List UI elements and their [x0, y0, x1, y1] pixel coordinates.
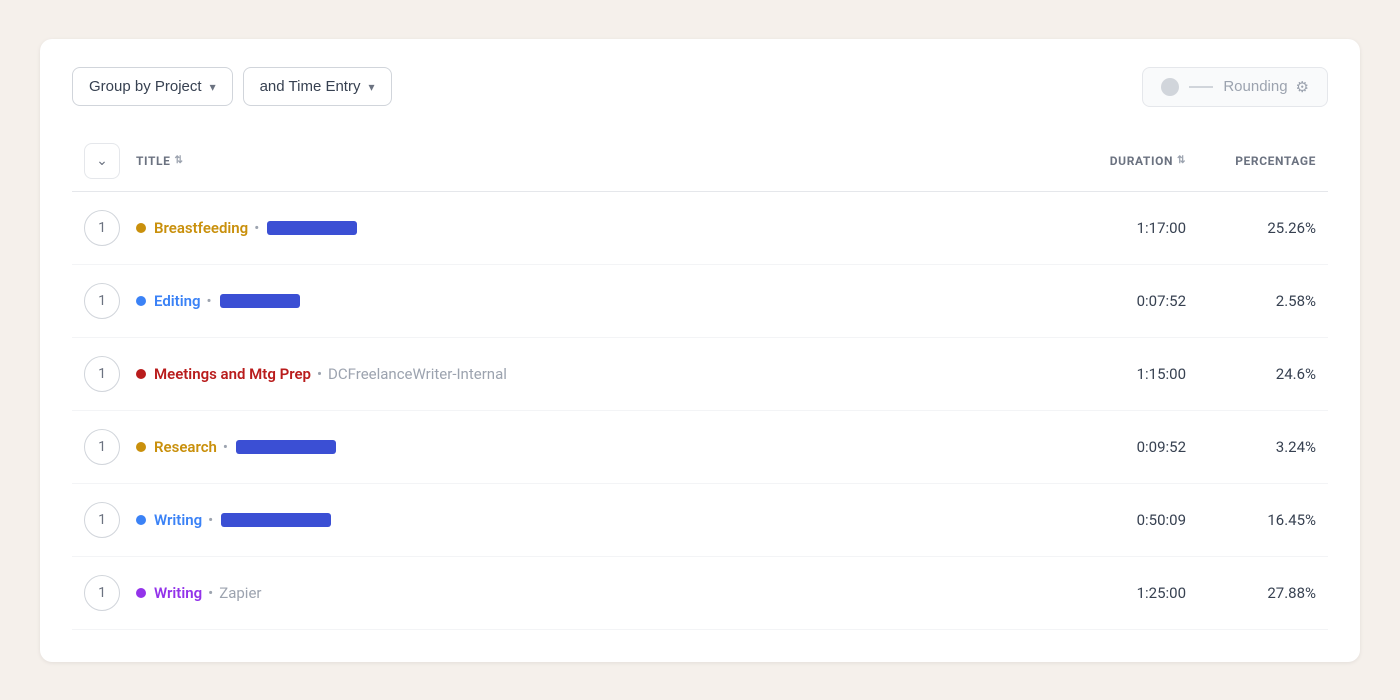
project-dot: [136, 223, 146, 233]
project-name: Meetings and Mtg Prep: [154, 365, 311, 383]
rounding-button[interactable]: Rounding ⚙: [1142, 67, 1328, 107]
chevron-down-icon: ▾: [210, 80, 216, 94]
row-client-name: DCFreelanceWriter-Internal: [328, 365, 507, 383]
row-number-col: 1: [84, 283, 136, 319]
toolbar: Group by Project ▾ and Time Entry ▾ Roun…: [72, 67, 1328, 107]
row-duration: 1:15:00: [1046, 365, 1186, 383]
row-count-badge: 1: [84, 575, 120, 611]
project-dot: [136, 296, 146, 306]
row-duration: 0:09:52: [1046, 438, 1186, 456]
row-count-badge: 1: [84, 283, 120, 319]
dot-separator: •: [208, 584, 213, 602]
row-count-badge: 1: [84, 210, 120, 246]
project-name: Writing: [154, 511, 202, 529]
row-count-badge: 1: [84, 356, 120, 392]
table-header: ⌄ TITLE ⇅ DURATION ⇅ PERCENTAGE: [72, 135, 1328, 192]
row-count-badge: 1: [84, 502, 120, 538]
table-row: 1 Breastfeeding • 1:17:00 25.26%: [72, 192, 1328, 265]
dot-separator: •: [254, 219, 259, 237]
row-title-area: Breastfeeding •: [136, 219, 1046, 237]
project-name: Editing: [154, 292, 201, 310]
dot-separator: •: [207, 292, 212, 310]
sort-icon[interactable]: ⇅: [174, 155, 183, 166]
project-name: Research: [154, 438, 217, 456]
chevron-down-icon: ⌄: [96, 152, 108, 169]
row-count-badge: 1: [84, 429, 120, 465]
duration-column-header: DURATION ⇅: [1046, 154, 1186, 168]
rounding-line-icon: [1189, 86, 1213, 88]
main-card: Group by Project ▾ and Time Entry ▾ Roun…: [40, 39, 1360, 662]
project-dot: [136, 442, 146, 452]
table-row: 1 Meetings and Mtg Prep • DCFreelanceWri…: [72, 338, 1328, 411]
row-title-area: Editing •: [136, 292, 1046, 310]
table-row: 1 Writing • 0:50:09 16.45%: [72, 484, 1328, 557]
project-dot: [136, 515, 146, 525]
row-percentage: 24.6%: [1186, 365, 1316, 383]
table-body: 1 Breastfeeding • 1:17:00 25.26% 1 Editi…: [72, 192, 1328, 630]
row-percentage: 16.45%: [1186, 511, 1316, 529]
rounding-label: Rounding: [1223, 78, 1287, 95]
project-dot: [136, 369, 146, 379]
chevron-down-icon: ▾: [368, 80, 374, 94]
table-row: 1 Editing • 0:07:52 2.58%: [72, 265, 1328, 338]
row-client-name: Zapier: [219, 584, 261, 602]
table-row: 1 Writing • Zapier 1:25:00 27.88%: [72, 557, 1328, 630]
sort-icon[interactable]: ⇅: [1177, 155, 1186, 166]
row-percentage: 2.58%: [1186, 292, 1316, 310]
project-name: Breastfeeding: [154, 219, 248, 237]
expand-col: ⌄: [84, 143, 136, 179]
row-title-area: Meetings and Mtg Prep • DCFreelanceWrite…: [136, 365, 1046, 383]
row-percentage: 3.24%: [1186, 438, 1316, 456]
data-table: ⌄ TITLE ⇅ DURATION ⇅ PERCENTAGE 1 Breast: [72, 135, 1328, 630]
row-number-col: 1: [84, 429, 136, 465]
group-by-label: Group by Project: [89, 78, 202, 95]
redacted-client: [220, 294, 300, 308]
redacted-client: [236, 440, 336, 454]
project-dot: [136, 588, 146, 598]
title-column-header: TITLE ⇅: [136, 154, 1046, 168]
time-entry-label: and Time Entry: [260, 78, 361, 95]
gear-icon: ⚙: [1296, 78, 1309, 96]
row-duration: 0:07:52: [1046, 292, 1186, 310]
dot-separator: •: [208, 511, 213, 529]
row-title-area: Writing • Zapier: [136, 584, 1046, 602]
percentage-column-header: PERCENTAGE: [1186, 154, 1316, 168]
row-number-col: 1: [84, 575, 136, 611]
table-row: 1 Research • 0:09:52 3.24%: [72, 411, 1328, 484]
redacted-client: [267, 221, 357, 235]
rounding-toggle-icon: [1161, 78, 1179, 96]
row-number-col: 1: [84, 356, 136, 392]
project-name: Writing: [154, 584, 202, 602]
collapse-all-button[interactable]: ⌄: [84, 143, 120, 179]
row-duration: 0:50:09: [1046, 511, 1186, 529]
dot-separator: •: [223, 438, 228, 456]
row-percentage: 27.88%: [1186, 584, 1316, 602]
row-percentage: 25.26%: [1186, 219, 1316, 237]
row-duration: 1:17:00: [1046, 219, 1186, 237]
redacted-client: [221, 513, 331, 527]
row-number-col: 1: [84, 210, 136, 246]
row-number-col: 1: [84, 502, 136, 538]
time-entry-button[interactable]: and Time Entry ▾: [243, 67, 392, 106]
group-by-project-button[interactable]: Group by Project ▾: [72, 67, 233, 106]
row-duration: 1:25:00: [1046, 584, 1186, 602]
dot-separator: •: [317, 365, 322, 383]
row-title-area: Writing •: [136, 511, 1046, 529]
row-title-area: Research •: [136, 438, 1046, 456]
